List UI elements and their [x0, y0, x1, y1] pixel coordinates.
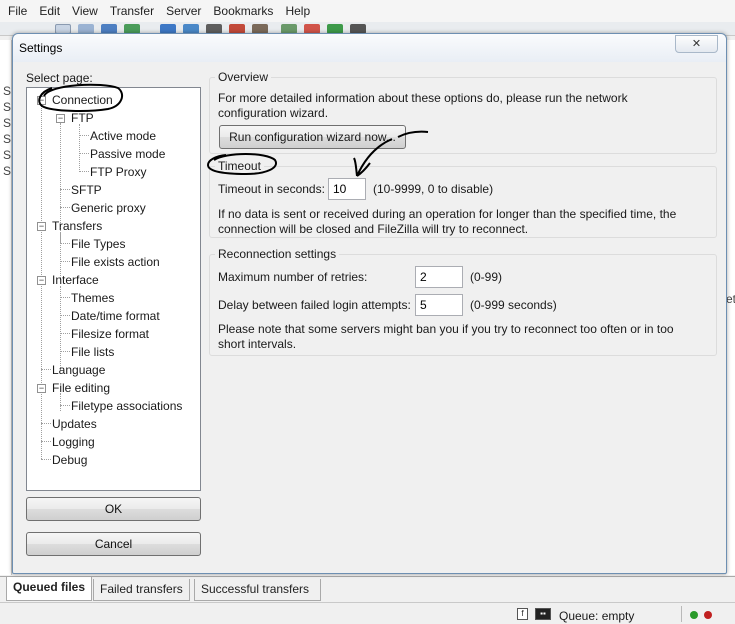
status-divider — [681, 606, 682, 622]
collapse-file-editing-icon[interactable]: − — [37, 384, 46, 393]
receive-indicator-icon — [704, 611, 712, 619]
background-remote-panel: et — [726, 40, 735, 575]
delay-input[interactable] — [415, 294, 463, 316]
speed-limit-icon[interactable]: ▪▪ — [535, 608, 551, 620]
reconnection-note: Please note that some servers might ban … — [218, 322, 674, 351]
tree-item-active-mode[interactable]: Active mode — [90, 129, 156, 143]
tab-queued-files[interactable]: Queued files — [6, 577, 93, 601]
timeout-hint: (10-9999, 0 to disable) — [373, 182, 494, 196]
close-icon: ✕ — [691, 38, 702, 50]
menu-file[interactable]: File — [2, 4, 33, 18]
tab-successful-transfers[interactable]: Successful transfers — [194, 579, 321, 601]
tree-item-logging[interactable]: Logging — [52, 435, 95, 449]
queue-status: Queue: empty — [559, 609, 635, 623]
retries-label: Maximum number of retries: — [218, 270, 368, 284]
tree-item-file-editing[interactable]: File editing — [52, 381, 110, 395]
tree-item-generic-proxy[interactable]: Generic proxy — [71, 201, 146, 215]
tree-item-ftp[interactable]: FTP — [71, 111, 94, 125]
timeout-input[interactable] — [328, 178, 366, 200]
retries-hint: (0-99) — [470, 270, 503, 284]
menu-transfer[interactable]: Transfer — [104, 4, 160, 18]
menu-view[interactable]: View — [66, 4, 104, 18]
overview-group-title: Overview — [215, 70, 272, 84]
dialog-titlebar[interactable]: Settings ✕ — [13, 34, 726, 62]
tree-item-transfers[interactable]: Transfers — [52, 219, 102, 233]
tree-item-updates[interactable]: Updates — [52, 417, 97, 431]
overview-description: For more detailed information about thes… — [218, 91, 628, 120]
timeout-label: Timeout in seconds: — [218, 182, 325, 196]
column-header-fragment: et — [726, 292, 735, 306]
encryption-icon: f — [517, 608, 528, 620]
log-line: S — [3, 100, 12, 114]
log-line: S — [3, 148, 12, 162]
timeout-note: If no data is sent or received during an… — [218, 207, 677, 236]
delay-label: Delay between failed login attempts: — [218, 298, 411, 312]
close-button[interactable]: ✕ — [675, 35, 718, 53]
tree-item-interface[interactable]: Interface — [52, 273, 99, 287]
ok-button[interactable]: OK — [26, 497, 201, 521]
tree-item-sftp[interactable]: SFTP — [71, 183, 102, 197]
run-wizard-button[interactable]: Run configuration wizard now... — [219, 125, 406, 149]
retries-input[interactable] — [415, 266, 463, 288]
tree-item-filesize-format[interactable]: Filesize format — [71, 327, 149, 341]
tree-item-passive-mode[interactable]: Passive mode — [90, 147, 165, 161]
collapse-connection-icon[interactable]: − — [37, 96, 46, 105]
menu-bookmarks[interactable]: Bookmarks — [207, 4, 279, 18]
tree-item-connection[interactable]: Connection — [52, 93, 113, 107]
timeout-group-title: Timeout — [215, 159, 264, 173]
tree-item-debug[interactable]: Debug — [52, 453, 87, 467]
settings-dialog: Settings ✕ Select page: − − − − − Connec… — [12, 33, 727, 574]
menu-edit[interactable]: Edit — [33, 4, 66, 18]
send-indicator-icon — [690, 611, 698, 619]
tree-item-date-time-format[interactable]: Date/time format — [71, 309, 160, 323]
tree-item-file-lists[interactable]: File lists — [71, 345, 114, 359]
log-line: S — [3, 164, 12, 178]
reconnection-group-title: Reconnection settings — [215, 247, 340, 261]
menu-bar: File Edit View Transfer Server Bookmarks… — [0, 0, 735, 22]
status-bar: f ▪▪ Queue: empty — [0, 602, 735, 624]
menu-server[interactable]: Server — [160, 4, 207, 18]
log-line: S — [3, 116, 12, 130]
delay-hint: (0-999 seconds) — [470, 298, 557, 312]
background-log-panel: S S S S S S — [0, 40, 12, 575]
log-line: S — [3, 84, 12, 98]
cancel-button[interactable]: Cancel — [26, 532, 201, 556]
settings-page-tree[interactable]: − − − − − Connection FTP Active mode Pas… — [26, 87, 201, 491]
collapse-interface-icon[interactable]: − — [37, 276, 46, 285]
tree-item-themes[interactable]: Themes — [71, 291, 114, 305]
tree-item-filetype-associations[interactable]: Filetype associations — [71, 399, 182, 413]
dialog-title: Settings — [19, 41, 63, 55]
tree-item-file-exists-action[interactable]: File exists action — [71, 255, 160, 269]
collapse-ftp-icon[interactable]: − — [56, 114, 65, 123]
log-line: S — [3, 132, 12, 146]
transfer-queue-tabs: Queued files Failed transfers Successful… — [0, 576, 735, 602]
collapse-transfers-icon[interactable]: − — [37, 222, 46, 231]
tab-failed-transfers[interactable]: Failed transfers — [93, 579, 190, 601]
tree-item-file-types[interactable]: File Types — [71, 237, 125, 251]
tree-item-language[interactable]: Language — [52, 363, 105, 377]
menu-help[interactable]: Help — [279, 4, 316, 18]
select-page-label: Select page: — [26, 71, 93, 85]
tree-item-ftp-proxy[interactable]: FTP Proxy — [90, 165, 146, 179]
